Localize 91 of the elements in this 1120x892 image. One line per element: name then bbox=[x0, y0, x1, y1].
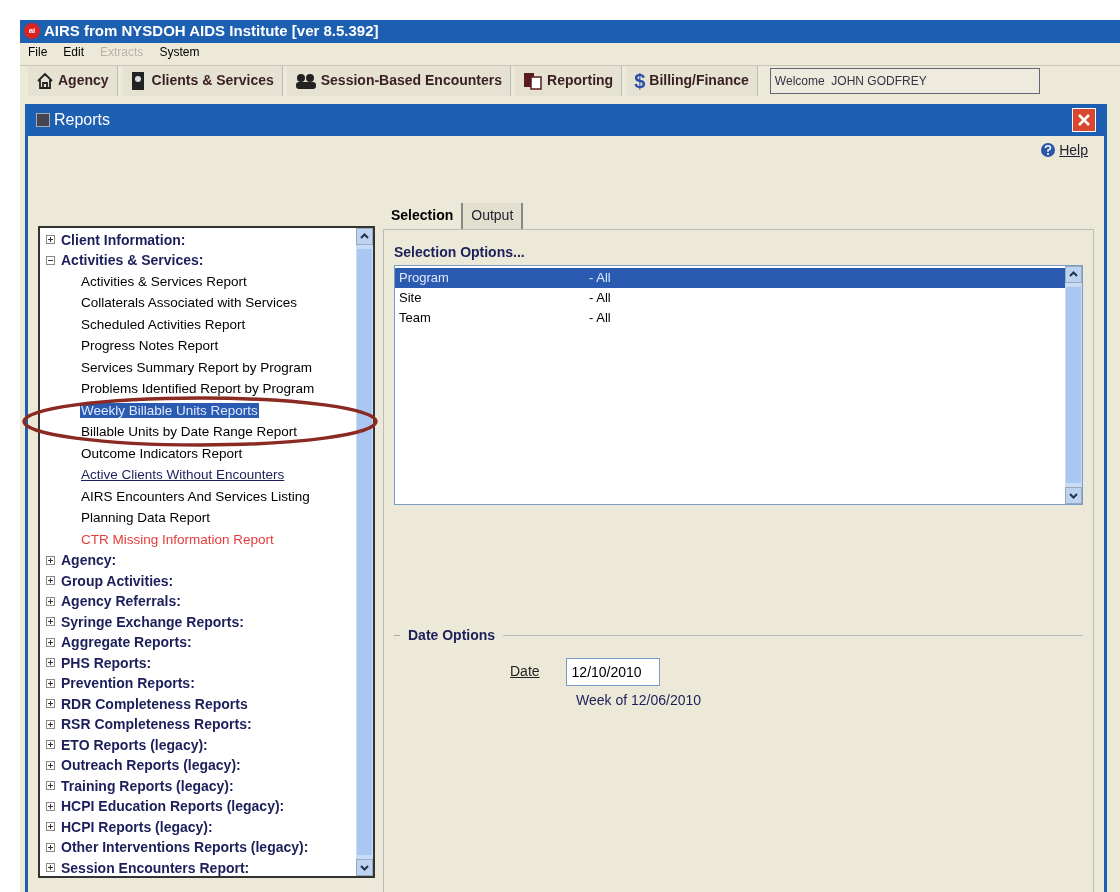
expand-icon[interactable] bbox=[46, 235, 55, 245]
scrollbar[interactable] bbox=[1065, 265, 1082, 504]
help-icon bbox=[1041, 143, 1056, 157]
tree-category[interactable]: Activities & Services: bbox=[61, 250, 204, 271]
option-name: Site bbox=[399, 288, 423, 307]
tree-category[interactable]: Aggregate Reports: bbox=[61, 632, 192, 653]
option-value: - All bbox=[589, 268, 611, 287]
tree-category[interactable]: Training Reports (legacy): bbox=[61, 775, 234, 796]
scroll-down-icon[interactable] bbox=[356, 858, 373, 876]
tree-category[interactable]: Prevention Reports: bbox=[61, 673, 195, 694]
menu-item[interactable]: Edit bbox=[63, 42, 85, 61]
report-item[interactable]: Services Summary Report by Program bbox=[80, 359, 314, 375]
report-item[interactable]: Collaterals Associated with Services bbox=[80, 295, 299, 310]
menu-item[interactable]: File bbox=[28, 42, 48, 61]
menu-item[interactable]: System bbox=[159, 42, 200, 61]
documents-icon bbox=[523, 71, 544, 90]
collapse-icon[interactable] bbox=[46, 255, 55, 265]
date-label: Date bbox=[510, 662, 540, 681]
section-heading: Date Options bbox=[408, 625, 496, 645]
option-value: - All bbox=[589, 288, 611, 307]
option-row[interactable]: Site - All bbox=[395, 287, 1065, 308]
toolbar-button[interactable]: Session-Based Encounters bbox=[286, 65, 512, 96]
tree-category[interactable]: HCPI Education Reports (legacy): bbox=[61, 796, 285, 817]
report-item[interactable]: Outcome Indicators Report bbox=[80, 445, 244, 461]
dollar-icon: $ bbox=[634, 70, 646, 91]
tab[interactable]: Output bbox=[463, 202, 524, 229]
toolbar-button[interactable]: Reporting bbox=[515, 65, 623, 96]
window-title: AIRS from NYSDOH AIDS Institute [ver 8.5.392] bbox=[44, 21, 379, 41]
toolbar-button[interactable]: Agency bbox=[28, 65, 118, 96]
report-item[interactable]: Scheduled Activities Report bbox=[80, 316, 247, 332]
section-heading: Selection Options... bbox=[394, 242, 526, 262]
welcome-field: Welcome JOHN GODFREY bbox=[769, 67, 1040, 94]
scrollbar[interactable] bbox=[356, 227, 373, 876]
tree-category[interactable]: ETO Reports (legacy): bbox=[61, 734, 208, 755]
help-link[interactable]: Help bbox=[1059, 139, 1088, 161]
expand-icon[interactable] bbox=[46, 617, 55, 627]
date-field[interactable]: 12/10/2010 bbox=[565, 657, 660, 686]
tree-category[interactable]: Syringe Exchange Reports: bbox=[61, 611, 244, 632]
tree-category[interactable]: RDR Completeness Reports bbox=[61, 693, 248, 714]
tree-category[interactable]: Client Information: bbox=[61, 229, 186, 250]
tree-category[interactable]: HCPI Reports (legacy): bbox=[61, 816, 213, 837]
expand-icon[interactable] bbox=[46, 555, 55, 565]
toolbar-button[interactable]: $ Billing/Finance bbox=[626, 65, 758, 96]
report-item[interactable]: Billable Units by Date Range Report bbox=[80, 424, 299, 439]
report-item[interactable]: CTR Missing Information Report bbox=[80, 531, 275, 547]
house-icon bbox=[36, 71, 54, 90]
expand-icon[interactable] bbox=[46, 822, 55, 832]
tree-category[interactable]: Session Encounters Report: bbox=[61, 857, 250, 876]
report-item[interactable]: Problems Identified Report by Program bbox=[80, 381, 316, 396]
tree-category[interactable]: RSR Completeness Reports: bbox=[61, 714, 252, 735]
expand-icon[interactable] bbox=[46, 863, 55, 873]
week-note: Week of 12/06/2010 bbox=[575, 690, 703, 710]
people-icon bbox=[294, 71, 317, 90]
expand-icon[interactable] bbox=[46, 719, 55, 729]
close-icon bbox=[1078, 113, 1090, 126]
tree-category[interactable]: Agency Referrals: bbox=[61, 591, 181, 612]
expand-icon[interactable] bbox=[46, 658, 55, 668]
report-item[interactable]: AIRS Encounters And Services Listing bbox=[80, 488, 311, 504]
report-item[interactable]: Progress Notes Report bbox=[80, 338, 220, 353]
option-row[interactable]: Team - All bbox=[395, 307, 1065, 328]
tree-category[interactable]: PHS Reports: bbox=[61, 652, 152, 673]
expand-icon[interactable] bbox=[46, 842, 55, 852]
report-window-icon bbox=[36, 112, 50, 127]
option-row[interactable]: Program - All bbox=[395, 267, 1065, 288]
reports-title: Reports bbox=[54, 109, 111, 130]
expand-icon[interactable] bbox=[46, 678, 55, 688]
scroll-up-icon[interactable] bbox=[1065, 265, 1082, 283]
report-item[interactable]: Planning Data Report bbox=[80, 510, 212, 525]
close-button[interactable] bbox=[1072, 107, 1096, 132]
tree-category[interactable]: Other Interventions Reports (legacy): bbox=[61, 837, 309, 858]
option-value: - All bbox=[589, 308, 611, 327]
expand-icon[interactable] bbox=[46, 781, 55, 791]
report-item[interactable]: Active Clients Without Encounters bbox=[80, 467, 286, 482]
app-logo-icon: ai bbox=[24, 23, 40, 40]
report-item[interactable]: Activities & Services Report bbox=[80, 273, 248, 289]
option-name: Program bbox=[399, 268, 450, 287]
expand-icon[interactable] bbox=[46, 699, 55, 709]
expand-icon[interactable] bbox=[46, 740, 55, 750]
tree-category[interactable]: Agency: bbox=[61, 550, 117, 571]
tree-category[interactable]: Outreach Reports (legacy): bbox=[61, 755, 241, 776]
tree-category[interactable]: Group Activities: bbox=[61, 570, 174, 591]
option-name: Team bbox=[399, 308, 432, 327]
expand-icon[interactable] bbox=[46, 637, 55, 647]
report-item[interactable]: Weekly Billable Units Reports bbox=[80, 402, 259, 418]
toolbar-button[interactable]: Clients & Services bbox=[121, 65, 283, 96]
expand-icon[interactable] bbox=[46, 576, 55, 586]
expand-icon[interactable] bbox=[46, 596, 55, 606]
expand-icon[interactable] bbox=[46, 760, 55, 770]
scroll-up-icon[interactable] bbox=[356, 227, 373, 245]
expand-icon[interactable] bbox=[46, 801, 55, 811]
scroll-down-icon[interactable] bbox=[1065, 486, 1082, 504]
